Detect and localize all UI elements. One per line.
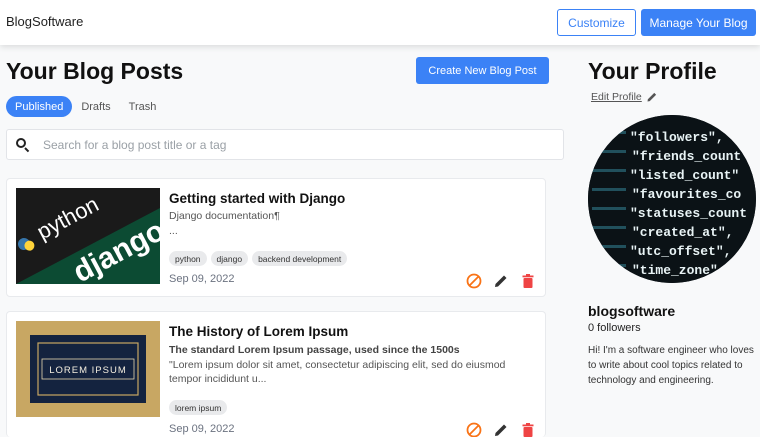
post-actions — [455, 273, 536, 289]
followers-count: 0 followers — [588, 322, 641, 334]
search-input[interactable] — [43, 137, 543, 152]
post-subtitle: Django documentation¶ — [169, 210, 280, 222]
avatar: "followers", "friends_count" "listed_count… — [588, 115, 756, 283]
post-description: ... — [169, 225, 178, 237]
tab-published[interactable]: Published — [6, 96, 73, 117]
tab-trash[interactable]: Trash — [120, 96, 166, 117]
avatar-code-line: "created_at", — [632, 225, 733, 240]
post-card[interactable]: LOREM IPSUM The History of Lorem Ipsum T… — [6, 311, 546, 437]
avatar-code-image: "followers", "friends_count" "listed_count… — [588, 115, 756, 283]
edit-profile-link[interactable]: Edit Profile — [591, 91, 658, 103]
avatar-code-line: "followers", — [630, 130, 724, 145]
edit-profile-label[interactable]: Edit Profile — [591, 91, 642, 103]
avatar-code-line: "statuses_count — [630, 206, 747, 221]
post-tags: python django backend development — [169, 251, 351, 266]
post-thumbnail: LOREM IPSUM — [16, 321, 160, 417]
avatar-code-line: "listed_count" — [630, 168, 739, 183]
post-description: "Lorem ipsum dolor sit amet, consectetur… — [169, 359, 506, 385]
trash-icon[interactable] — [520, 273, 536, 289]
post-date: Sep 09, 2022 — [169, 273, 235, 285]
profile-bio: Hi! I'm a software engineer who loves to… — [588, 345, 754, 386]
page-title: Your Blog Posts — [6, 58, 184, 84]
tag[interactable]: backend development — [252, 251, 348, 266]
pencil-icon[interactable] — [646, 91, 658, 103]
tag[interactable]: django — [210, 251, 249, 266]
post-title[interactable]: The History of Lorem Ipsum — [169, 324, 348, 339]
post-title[interactable]: Getting started with Django — [169, 191, 345, 206]
pencil-icon[interactable] — [493, 422, 509, 437]
post-date: Sep 09, 2022 — [169, 423, 235, 435]
post-actions — [455, 422, 536, 437]
post-thumbnail: python django — [16, 188, 160, 284]
profile-title: Your Profile — [588, 58, 717, 84]
tag[interactable]: python — [169, 251, 207, 266]
avatar-code-line: "friends_count" — [632, 149, 749, 164]
pencil-icon[interactable] — [493, 273, 509, 289]
trash-icon[interactable] — [520, 422, 536, 437]
avatar-code-line: "favourites_co — [632, 187, 741, 202]
unpublish-icon[interactable] — [466, 273, 482, 289]
customize-button[interactable]: Customize — [557, 9, 636, 36]
create-post-button[interactable]: Create New Blog Post — [416, 57, 549, 84]
post-subtitle: The standard Lorem Ipsum passage, used s… — [169, 344, 460, 356]
post-card[interactable]: python django Getting started with Djang… — [6, 178, 546, 297]
manage-blog-button[interactable]: Manage Your Blog — [641, 9, 756, 36]
profile-username: blogsoftware — [588, 303, 676, 319]
tab-drafts[interactable]: Drafts — [72, 96, 119, 117]
post-status-tabs: Published Drafts Trash — [6, 96, 165, 117]
top-navbar: BlogSoftware Customize Manage Your Blog — [0, 0, 760, 45]
search-bar — [6, 129, 564, 160]
post-tags: lorem ipsum — [169, 400, 231, 415]
avatar-code-line: "utc_offset", — [630, 244, 731, 259]
unpublish-icon[interactable] — [466, 422, 482, 437]
search-icon — [16, 137, 30, 152]
lorem-word: LOREM IPSUM — [49, 365, 127, 376]
brand-logo[interactable]: BlogSoftware — [6, 14, 83, 29]
tag[interactable]: lorem ipsum — [169, 400, 228, 415]
avatar-code-line: "time_zone" — [632, 263, 718, 278]
